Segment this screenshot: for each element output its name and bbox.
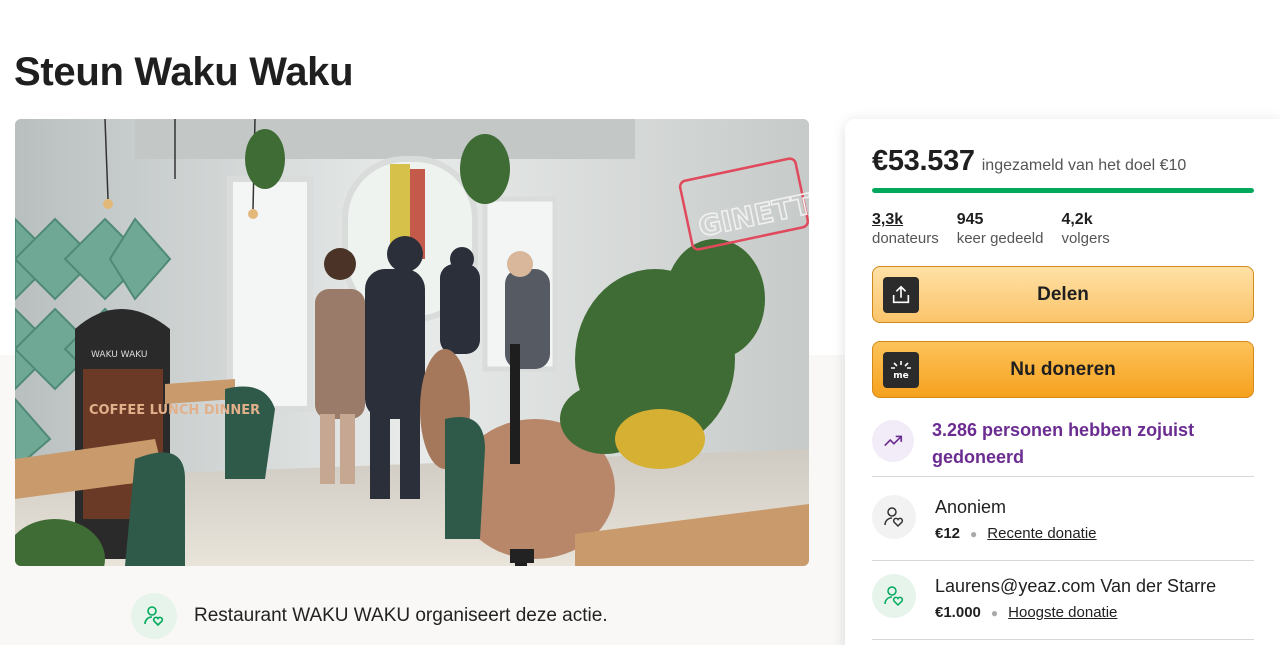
donation-item: Anoniem €12 ● Recente donatie (872, 481, 1254, 561)
stat-shares-label: keer gedeeld (956, 230, 1044, 247)
progress-bar-fill (872, 188, 1254, 193)
stats-row: 3,3k donateurs 945 keer gedeeld 4,2k vol… (872, 211, 1128, 248)
stat-followers-label: volgers (1061, 230, 1110, 247)
restaurant-photo: GINETTE WAKU WAKU COFFEE LUNCH DINNER (15, 119, 809, 566)
donate-button[interactable]: me Nu doneren (872, 341, 1254, 398)
stat-donors-label: donateurs (872, 230, 939, 247)
trending-up-icon (872, 420, 914, 462)
donation-tag-link[interactable]: Recente donatie (987, 525, 1096, 542)
user-heart-icon (872, 495, 916, 539)
donate-button-label: Nu doneren (1010, 358, 1116, 380)
share-upload-icon (883, 277, 919, 313)
signboard-text: WAKU WAKU (91, 350, 147, 360)
separator-dot: ● (970, 526, 978, 541)
share-button-label: Delen (1037, 283, 1089, 305)
gofundme-me-icon: me (883, 352, 919, 388)
donor-meta: €1.000 ● Hoogste donatie (935, 604, 1117, 621)
page-title: Steun Waku Waku (14, 50, 354, 94)
stat-followers: 4,2k volgers (1061, 211, 1109, 248)
menu-board-text: COFFEE LUNCH DINNER (89, 403, 260, 418)
donor-amount: €1.000 (935, 604, 981, 621)
stat-followers-value: 4,2k (1061, 211, 1093, 228)
user-heart-icon (131, 593, 177, 639)
donation-item: Laurens@yeaz.com Van der Starre €1.000 ●… (872, 560, 1254, 640)
stat-donors[interactable]: 3,3k donateurs (872, 211, 939, 248)
hero-image[interactable]: GINETTE WAKU WAKU COFFEE LUNCH DINNER (15, 119, 809, 566)
trend-text: 3.286 personen hebben zojuist gedoneerd (932, 420, 1195, 467)
recent-donations-trend: 3.286 personen hebben zojuist gedoneerd (872, 417, 1254, 477)
raised-goal-text: ingezameld van het doel €10 (981, 157, 1187, 174)
stat-donors-value[interactable]: 3,3k (872, 211, 939, 229)
organizer-text: Restaurant WAKU WAKU organiseert deze ac… (194, 605, 608, 626)
organizer-line: Restaurant WAKU WAKU organiseert deze ac… (131, 593, 608, 639)
amount-raised: €53.537 ingezameld van het doel €10 (872, 145, 1186, 178)
donor-amount: €12 (935, 525, 961, 542)
svg-text:me: me (893, 371, 908, 381)
donation-tag-link[interactable]: Hoogste donatie (1008, 604, 1117, 621)
user-heart-icon (872, 574, 916, 618)
donation-sidebar: €53.537 ingezameld van het doel €10 3,3k… (845, 119, 1280, 645)
separator-dot: ● (990, 605, 999, 620)
progress-bar (872, 188, 1254, 193)
donor-name: Laurens@yeaz.com Van der Starre (935, 576, 1217, 596)
donor-meta: €12 ● Recente donatie (935, 525, 1097, 542)
stat-shares: 945 keer gedeeld (957, 211, 1044, 248)
share-button[interactable]: Delen (872, 266, 1254, 323)
donor-name: Anoniem (935, 497, 1007, 517)
raised-amount-value: €53.537 (872, 145, 975, 177)
stat-shares-value: 945 (956, 211, 984, 228)
